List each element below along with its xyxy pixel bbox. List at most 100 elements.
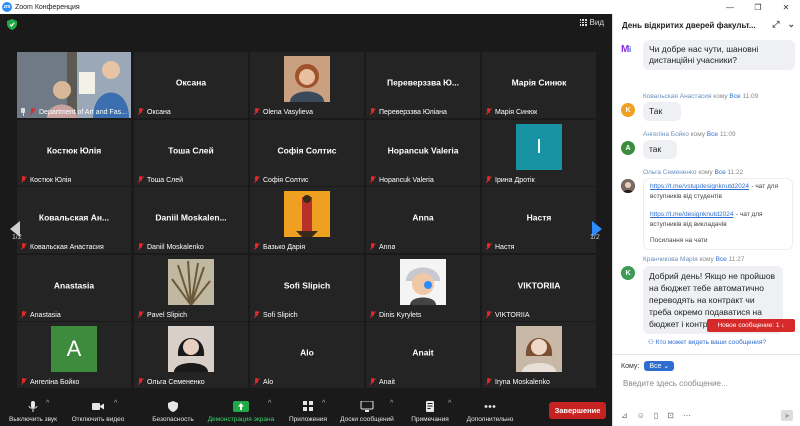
participant-label: Марія Синюк: [485, 108, 537, 116]
participant-tile[interactable]: Hopancuk Valeria Hopancuk Valeria: [366, 120, 480, 186]
share-screen-label: Демонстрация экрана: [207, 416, 275, 423]
avatar: K: [621, 266, 635, 280]
person-icon: ⚇: [648, 339, 654, 346]
message-meta: Ольга Семененко кому Все 11:22: [643, 169, 743, 176]
encryption-shield-icon[interactable]: [7, 19, 17, 30]
participant-name: Dinis Kyrylets: [379, 311, 422, 319]
participant-tile[interactable]: Daniil Moskalen... Daniil Moskalenko: [134, 187, 248, 253]
participant-name-center: Alo: [300, 347, 314, 358]
muted-mic-icon: [137, 108, 144, 116]
mute-options-chevron-icon[interactable]: ^: [46, 400, 49, 407]
participant-name-center: Настя: [526, 212, 552, 223]
participant-label: Ковальская Анастасия: [20, 243, 104, 251]
message-author[interactable]: Кранчикова Марія: [643, 256, 698, 263]
participant-tile[interactable]: A Ангеліна Бойко: [17, 322, 131, 388]
participant-tile[interactable]: Базько Дарія: [250, 187, 364, 253]
who-can-see-link[interactable]: ⚇ Кто может видеть ваши сообщения?: [613, 338, 800, 346]
more-options-icon[interactable]: ⋯: [683, 411, 691, 420]
notes-options-chevron-icon[interactable]: ^: [448, 400, 451, 407]
mute-button[interactable]: Выключить звук: [4, 396, 62, 426]
message-text: так: [649, 144, 662, 154]
apps-button[interactable]: Приложения: [282, 396, 334, 426]
emoji-icon[interactable]: ☺: [637, 411, 645, 420]
participant-tile[interactable]: Department of Art and Fas...: [17, 52, 131, 118]
format-icon[interactable]: ⊿: [621, 411, 628, 420]
message-author[interactable]: Ковальская Анастасия: [643, 93, 711, 100]
participant-name: Ірина Дротік: [495, 176, 535, 184]
muted-mic-icon: [485, 176, 492, 184]
security-button[interactable]: Безопасность: [144, 396, 202, 426]
message-author[interactable]: Ангеліна Бойко: [643, 131, 689, 138]
zoom-app: zm Zoom Конференция — ❐ ✕ Department of …: [0, 0, 800, 426]
file-icon[interactable]: ▯: [654, 411, 658, 420]
participant-name: Базько Дарія: [263, 243, 306, 251]
message-author[interactable]: Ольга Семененко: [643, 169, 697, 176]
participant-photo: [284, 56, 330, 102]
participant-tile[interactable]: Ковальская Ан... Ковальская Анастасия: [17, 187, 131, 253]
participant-tile[interactable]: VIKTORIIA VIKTORIIA: [482, 255, 596, 321]
participant-name: Olena Vasylieva: [263, 108, 314, 116]
chat-link[interactable]: https://t.me/designknutd2024: [650, 211, 733, 218]
participant-photo: [284, 191, 330, 237]
stop-video-button[interactable]: Отключить видео: [66, 396, 130, 426]
participant-tile[interactable]: Dinis Kyrylets: [366, 255, 480, 321]
participant-tile[interactable]: Софія Солтис Софія Солтис: [250, 120, 364, 186]
close-icon[interactable]: ✕: [772, 0, 800, 14]
apps-options-chevron-icon[interactable]: ^: [322, 400, 325, 407]
recipient-label: Кому:: [621, 362, 640, 370]
participant-label: Ангеліна Бойко: [20, 378, 79, 386]
participant-name: VIKTORIIA: [495, 311, 530, 319]
participant-name: Переверззва Юліана: [379, 108, 447, 116]
participant-tile[interactable]: I Ірина Дротік: [482, 120, 596, 186]
popout-icon[interactable]: ⤢: [772, 19, 779, 30]
participant-tile[interactable]: Переверззва Ю... Переверззва Юліана: [366, 52, 480, 118]
participant-tile[interactable]: Sofi Slipich Sofi Slipich: [250, 255, 364, 321]
minimize-icon[interactable]: —: [716, 0, 744, 14]
participant-label: Ірина Дротік: [485, 176, 535, 184]
recipient-dropdown[interactable]: Все ⌄: [644, 361, 675, 371]
participant-tile[interactable]: Тоша Слей Тоша Слей: [134, 120, 248, 186]
muted-mic-icon: [485, 243, 492, 251]
participant-tile[interactable]: Anait Anait: [366, 322, 480, 388]
participant-tile[interactable]: Ольга Семененко: [134, 322, 248, 388]
participant-label: Pavel Slipich: [137, 311, 187, 319]
participant-tile[interactable]: Anastasia Anastasia: [17, 255, 131, 321]
participant-name: Ангеліна Бойко: [30, 378, 80, 386]
prev-page-arrow[interactable]: [6, 205, 24, 253]
whiteboards-label: Доски сообщений: [340, 416, 394, 423]
muted-mic-icon: [369, 378, 376, 386]
faculty-logo-icon: M i: [621, 44, 631, 54]
participant-name-center: Anait: [412, 347, 434, 358]
whiteboard-options-chevron-icon[interactable]: ^: [390, 400, 393, 407]
participant-tile[interactable]: Оксана Оксана: [134, 52, 248, 118]
participant-tile[interactable]: Настя Настя: [482, 187, 596, 253]
participant-tile[interactable]: Костюк Юлія Костюк Юлія: [17, 120, 131, 186]
message-text: Так: [649, 106, 663, 116]
participant-tile[interactable]: Olena Vasylieva: [250, 52, 364, 118]
chat-link[interactable]: https://t.me/vstupdesignknutd2024: [650, 183, 749, 190]
view-button[interactable]: Вид: [579, 18, 604, 27]
participant-tile[interactable]: Pavel Slipich: [134, 255, 248, 321]
new-message-button[interactable]: Новое сообщение: 1 ↓: [707, 319, 795, 332]
screenshot-icon[interactable]: ⊡: [667, 411, 674, 420]
muted-mic-icon: [253, 243, 260, 251]
participant-tile[interactable]: Alo Alo: [250, 322, 364, 388]
send-icon[interactable]: ➤: [781, 410, 793, 421]
participant-photo: [400, 259, 446, 305]
participant-tile[interactable]: Iryna Moskalenko: [482, 322, 596, 388]
end-meeting-button[interactable]: Завершение: [549, 402, 606, 419]
recipient-row: Кому: Все ⌄: [621, 361, 675, 371]
share-options-chevron-icon[interactable]: ^: [268, 400, 271, 407]
message-input[interactable]: Введите здесь сообщение...: [623, 379, 728, 388]
maximize-icon[interactable]: ❐: [744, 0, 772, 14]
next-page-arrow[interactable]: [588, 205, 606, 253]
participant-tile[interactable]: Anna Anna: [366, 187, 480, 253]
more-button[interactable]: Дополнительно: [458, 396, 522, 426]
chat-options-chevron-icon[interactable]: ⌄: [787, 19, 795, 30]
video-options-chevron-icon[interactable]: ^: [114, 400, 117, 407]
participant-tile[interactable]: Марія Синюк Марія Синюк: [482, 52, 596, 118]
participant-name: Daniil Moskalenko: [147, 243, 204, 251]
message-to-word: кому: [690, 131, 705, 138]
recipient-value: Все: [649, 363, 662, 370]
participant-name: Department of Art and Fas...: [39, 108, 127, 116]
